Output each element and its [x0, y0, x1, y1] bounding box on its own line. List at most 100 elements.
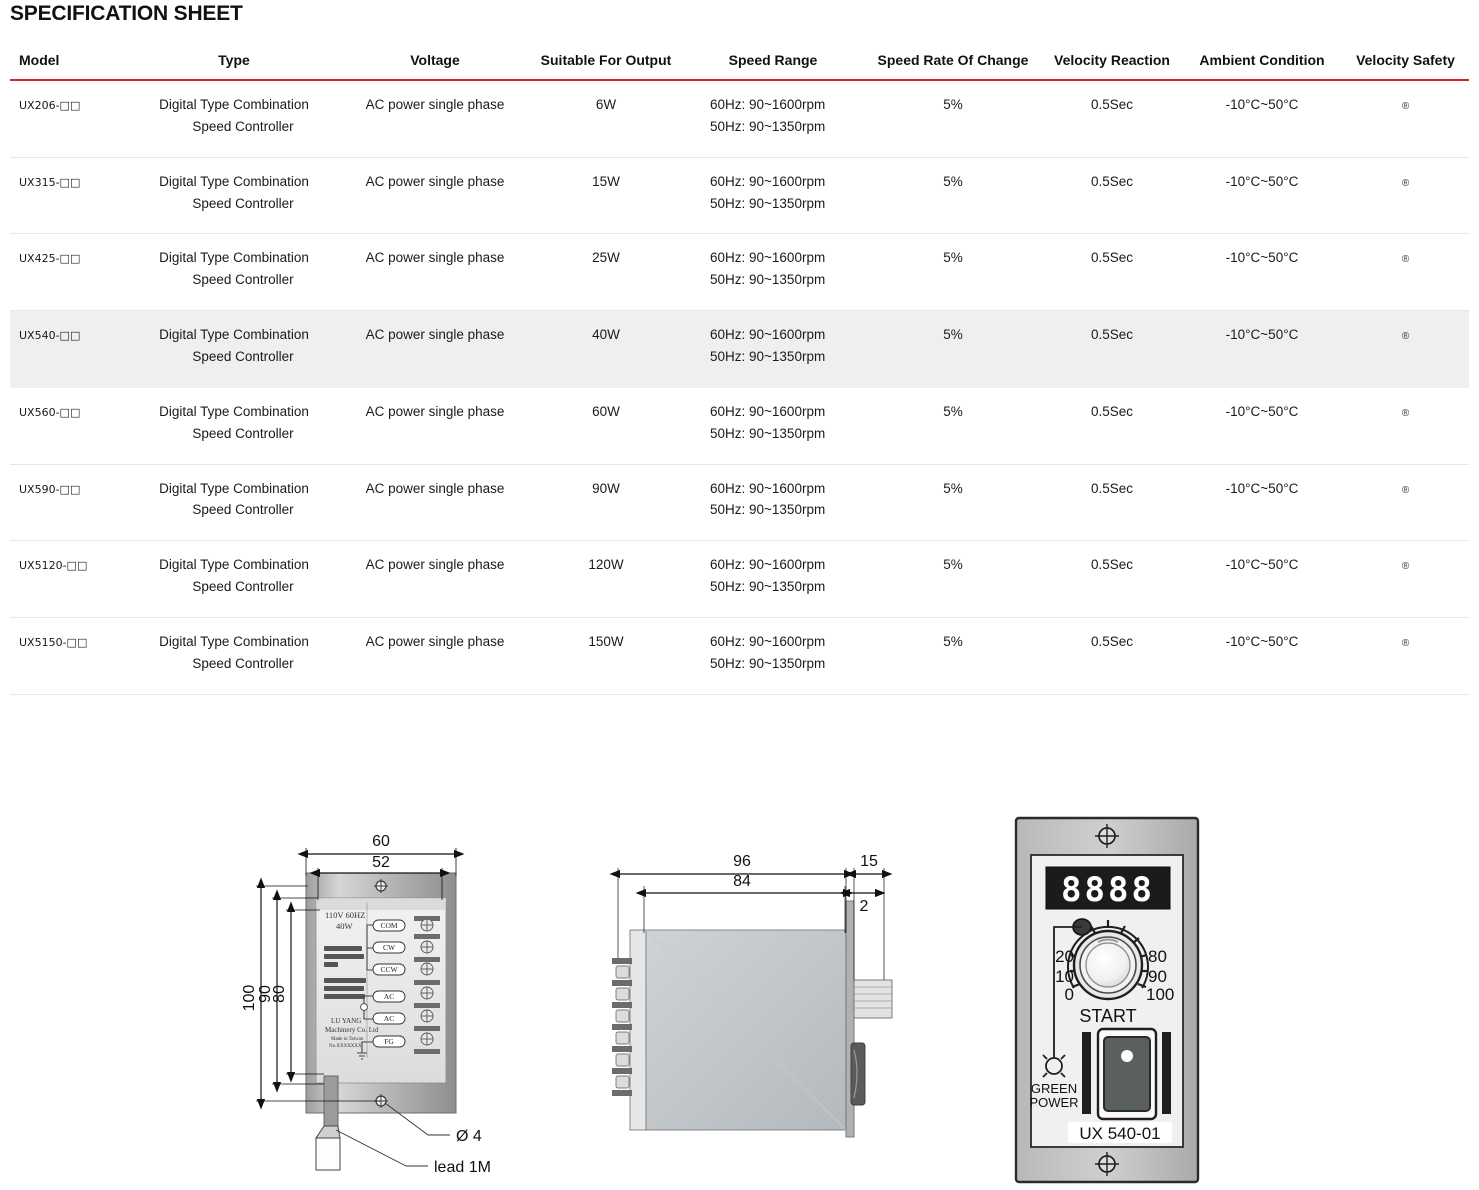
cell-speed-range: 60Hz: 90~1600rpm 50Hz: 90~1350rpm	[682, 80, 864, 158]
table-row: UX540-□□ Digital Type Combination Speed Co…	[10, 310, 1469, 388]
cell-velocity-safety: ®	[1342, 310, 1469, 388]
velocity-safety-mark: ®	[1401, 331, 1410, 343]
cell-type: Digital Type Combination Speed Controller	[128, 617, 340, 695]
column-header-ambient-condition: Ambient Condition	[1182, 48, 1342, 81]
cell-velocity-reaction: 0.5Sec	[1042, 80, 1182, 158]
velocity-safety-mark: ®	[1401, 177, 1410, 189]
cell-suitable-output: 25W	[530, 233, 682, 312]
dial-label-20: 20	[1055, 947, 1074, 966]
cell-ambient-condition: -10°C~50°C	[1182, 310, 1342, 388]
dim-84: 84	[733, 873, 751, 890]
cell-suitable-output: 6W	[530, 80, 682, 158]
table-body: UX206-□□ Digital Type Combination Speed Co…	[10, 80, 1469, 695]
cell-model: UX590-□□	[10, 464, 128, 542]
dim-100: 100	[241, 985, 258, 1012]
cell-velocity-safety: ®	[1342, 464, 1469, 542]
velocity-safety-mark: ®	[1401, 484, 1410, 496]
cell-suitable-output: 60W	[530, 387, 682, 465]
digital-display: 8888	[1045, 866, 1171, 910]
svg-text:AC: AC	[384, 1014, 394, 1023]
cell-velocity-safety: ®	[1342, 540, 1469, 619]
column-header-speed-range: Speed Range	[682, 48, 864, 81]
terminal-fg: FG	[372, 1035, 406, 1048]
svg-text:COM: COM	[380, 921, 397, 930]
table-row: UX315-□□ Digital Type Combination Speed Co…	[10, 157, 1469, 235]
cell-velocity-reaction: 0.5Sec	[1042, 157, 1182, 235]
cell-suitable-output: 40W	[530, 310, 682, 388]
cell-speed-range: 60Hz: 90~1600rpm 50Hz: 90~1350rpm	[682, 387, 864, 465]
column-header-model: Model	[10, 48, 128, 81]
cell-velocity-safety: ®	[1342, 80, 1469, 158]
label-brand: LU YANG	[331, 1017, 361, 1025]
cell-voltage: AC power single phase	[340, 540, 530, 619]
panel-view-drawing: 8888 20 10 0 80 90 100 START GREEN POWER…	[1014, 816, 1200, 1184]
cell-voltage: AC power single phase	[340, 387, 530, 465]
cell-type: Digital Type Combination Speed Controller	[128, 80, 340, 158]
cell-voltage: AC power single phase	[340, 310, 530, 388]
side-terminals	[612, 958, 632, 1096]
terminal-ac-1: AC	[372, 990, 406, 1003]
cell-voltage: AC power single phase	[340, 617, 530, 695]
svg-text:CCW: CCW	[380, 965, 398, 974]
cell-type: Digital Type Combination Speed Controller	[128, 464, 340, 542]
cell-velocity-safety: ®	[1342, 157, 1469, 235]
switch-bar-right	[1162, 1032, 1171, 1114]
cell-speed-rate-of-change: 5%	[864, 464, 1042, 542]
svg-text:FG: FG	[384, 1037, 394, 1046]
label-serial: No.XXXXXXX	[329, 1044, 362, 1049]
cell-speed-range: 60Hz: 90~1600rpm 50Hz: 90~1350rpm	[682, 540, 864, 619]
model-plate: UX 540-01	[1068, 1122, 1172, 1143]
cell-type: Digital Type Combination Speed Controller	[128, 387, 340, 465]
cell-velocity-reaction: 0.5Sec	[1042, 540, 1182, 619]
dim-60: 60	[372, 833, 390, 850]
cell-type: Digital Type Combination Speed Controller	[128, 157, 340, 235]
cell-suitable-output: 15W	[530, 157, 682, 235]
callout-hole-diameter: Ø 4	[456, 1128, 482, 1145]
cell-model: UX315-□□	[10, 157, 128, 235]
dim-52: 52	[372, 854, 390, 871]
terminal-ac-2: AC	[372, 1012, 406, 1025]
cell-velocity-reaction: 0.5Sec	[1042, 617, 1182, 695]
cell-ambient-condition: -10°C~50°C	[1182, 464, 1342, 542]
specification-table: Model Type Voltage Suitable For Output S…	[10, 48, 1469, 695]
table-row: UX206-□□ Digital Type Combination Speed Co…	[10, 80, 1469, 158]
column-header-suitable-output: Suitable For Output	[530, 48, 682, 81]
cell-speed-range: 60Hz: 90~1600rpm 50Hz: 90~1350rpm	[682, 157, 864, 235]
dial-label-0: 0	[1065, 985, 1074, 1004]
technical-drawings: 110V 60HZ 40W LU YANG Machinery Co. Ltd …	[0, 790, 1479, 1190]
dial-label-10: 10	[1055, 967, 1074, 986]
cell-suitable-output: 90W	[530, 464, 682, 542]
cell-velocity-reaction: 0.5Sec	[1042, 387, 1182, 465]
column-header-voltage: Voltage	[340, 48, 530, 81]
side-view-drawing: 96 84 15 2	[609, 853, 893, 1138]
dim-80: 80	[271, 985, 288, 1003]
cell-velocity-reaction: 0.5Sec	[1042, 233, 1182, 312]
cell-velocity-reaction: 0.5Sec	[1042, 464, 1182, 542]
table-header-row: Model Type Voltage Suitable For Output S…	[10, 48, 1469, 81]
column-header-velocity-reaction: Velocity Reaction	[1042, 48, 1182, 81]
dim-96: 96	[733, 853, 751, 870]
power-switch[interactable]	[1096, 1027, 1158, 1121]
table-row: UX5120-□□ Digital Type Combination Speed C…	[10, 540, 1469, 619]
cell-type: Digital Type Combination Speed Controller	[128, 233, 340, 312]
table-row: UX590-□□ Digital Type Combination Speed Co…	[10, 464, 1469, 542]
cell-velocity-safety: ®	[1342, 233, 1469, 312]
cell-model: UX206-□□	[10, 80, 128, 158]
cell-model: UX5150-□□	[10, 617, 128, 695]
cell-speed-rate-of-change: 5%	[864, 540, 1042, 619]
cell-ambient-condition: -10°C~50°C	[1182, 387, 1342, 465]
switch-bar-left	[1082, 1032, 1091, 1114]
dim-2: 2	[860, 898, 869, 915]
display-digits: 8888	[1061, 870, 1152, 910]
dim-15: 15	[860, 853, 878, 870]
cell-model: UX425-□□	[10, 233, 128, 312]
callouts: Ø 4 lead 1M	[335, 1102, 491, 1176]
label-watt: 40W	[336, 921, 353, 931]
cell-speed-rate-of-change: 5%	[864, 80, 1042, 158]
led-label-power: POWER	[1029, 1095, 1078, 1110]
start-label: START	[1079, 1006, 1136, 1026]
column-header-velocity-safety: Velocity Safety	[1342, 48, 1469, 81]
side-body	[629, 900, 855, 1138]
table-row: UX5150-□□ Digital Type Combination Speed C…	[10, 617, 1469, 695]
cell-velocity-safety: ®	[1342, 387, 1469, 465]
